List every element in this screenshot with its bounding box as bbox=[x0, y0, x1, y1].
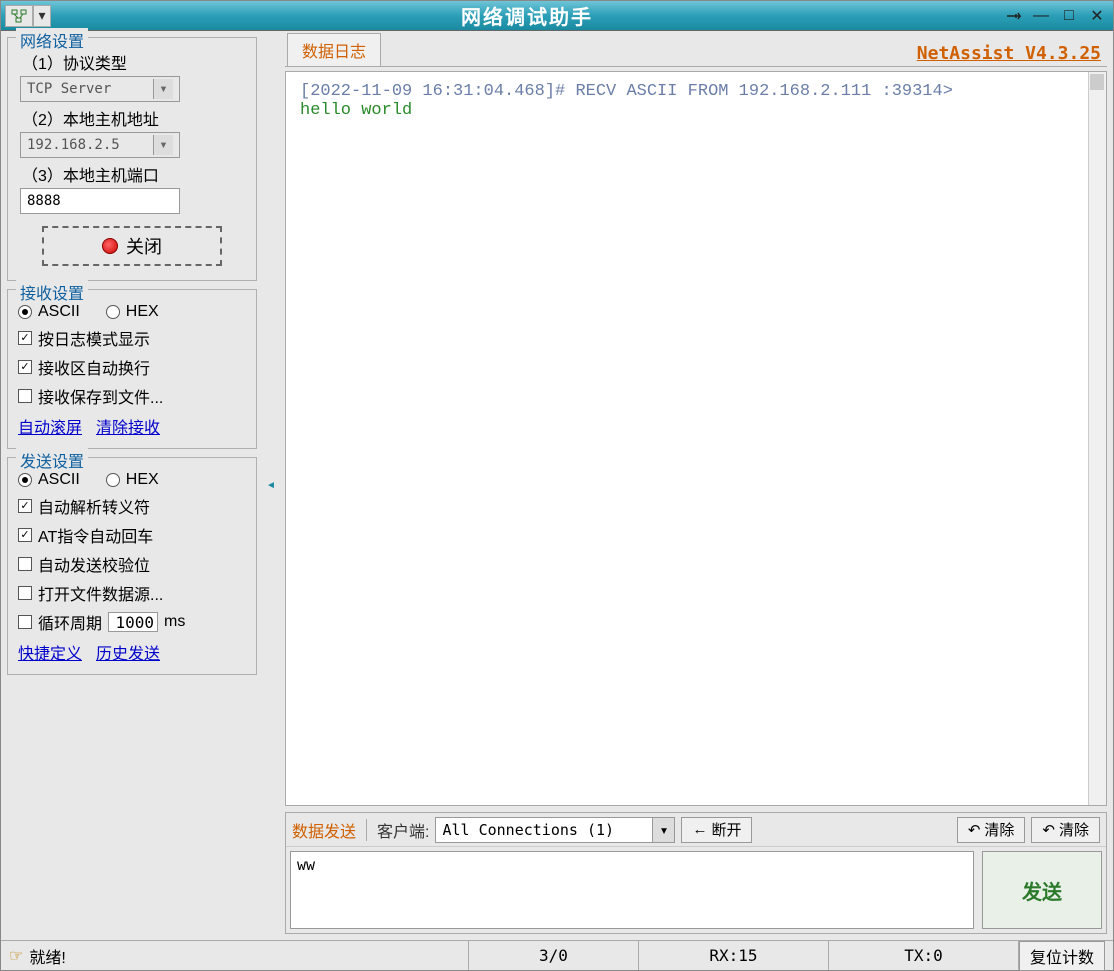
protocol-label: （1）协议类型 bbox=[22, 50, 246, 74]
log-line-header: [2022-11-09 16:31:04.468]# RECV ASCII FR… bbox=[300, 82, 1092, 101]
panel-collapse-handle[interactable] bbox=[265, 37, 277, 934]
clear-receive-link[interactable]: 清除接收 bbox=[96, 414, 160, 438]
undo-icon: ↶ bbox=[968, 821, 981, 839]
shortcut-define-link[interactable]: 快捷定义 bbox=[18, 640, 82, 664]
local-addr-select[interactable]: 192.168.2.5 ▾ bbox=[20, 132, 180, 158]
local-port-input[interactable] bbox=[20, 188, 180, 214]
clear-right-button[interactable]: ↶ 清除 bbox=[1031, 817, 1100, 843]
titlebar: ▾ 网络调试助手 — □ ✕ bbox=[1, 1, 1113, 31]
recv-ascii-radio[interactable] bbox=[18, 305, 32, 319]
send-ascii-radio[interactable] bbox=[18, 473, 32, 487]
disconnect-button[interactable]: ← 断开 bbox=[681, 817, 752, 843]
pin-icon[interactable] bbox=[1003, 6, 1023, 26]
clear-left-button[interactable]: ↶ 清除 bbox=[957, 817, 1026, 843]
status-tx: TX:0 bbox=[828, 941, 1018, 970]
status-ready: 就绪! bbox=[29, 944, 65, 968]
send-textarea[interactable]: ww bbox=[290, 851, 974, 929]
send-settings-group: 发送设置 ASCII HEX 自动解析转义符 AT指令自动回车 bbox=[7, 457, 257, 675]
window-title: 网络调试助手 bbox=[51, 1, 1003, 30]
network-settings-legend: 网络设置 bbox=[16, 28, 88, 52]
status-seg-count: 3/0 bbox=[468, 941, 638, 970]
log-textarea[interactable]: [2022-11-09 16:31:04.468]# RECV ASCII FR… bbox=[285, 71, 1107, 806]
recv-autowrap-checkbox[interactable] bbox=[18, 360, 32, 374]
recv-savefile-checkbox[interactable] bbox=[18, 389, 32, 403]
network-settings-group: 网络设置 （1）协议类型 TCP Server ▾ （2）本地主机地址 192.… bbox=[7, 37, 257, 281]
client-label: 客户端: bbox=[377, 818, 429, 842]
sysmenu-dropdown[interactable]: ▾ bbox=[33, 5, 51, 27]
send-cycle-checkbox[interactable] bbox=[18, 615, 32, 629]
recv-hex-radio[interactable] bbox=[106, 305, 120, 319]
local-addr-label: （2）本地主机地址 bbox=[22, 106, 246, 130]
minimize-button[interactable]: — bbox=[1031, 6, 1051, 26]
close-window-button[interactable]: ✕ bbox=[1087, 6, 1107, 26]
receive-settings-group: 接收设置 ASCII HEX 按日志模式显示 接收区自动换行 bbox=[7, 289, 257, 449]
right-panel: 数据日志 NetAssist V4.3.25 [2022-11-09 16:31… bbox=[285, 37, 1107, 934]
sysmenu-icon[interactable] bbox=[5, 5, 33, 27]
statusbar: ☞ 就绪! 3/0 RX:15 TX:0 复位计数 bbox=[1, 940, 1113, 970]
close-connection-button[interactable]: 关闭 bbox=[42, 226, 222, 266]
connection-select[interactable]: All Connections (1) ▾ bbox=[435, 817, 675, 843]
send-button[interactable]: 发送 bbox=[982, 851, 1102, 929]
log-scrollbar[interactable] bbox=[1088, 72, 1106, 805]
chevron-down-icon: ▾ bbox=[153, 135, 173, 155]
hand-icon: ☞ bbox=[9, 946, 23, 966]
chevron-down-icon: ▾ bbox=[652, 818, 674, 842]
record-icon bbox=[102, 238, 118, 254]
undo-icon: ↶ bbox=[1042, 821, 1055, 839]
maximize-button[interactable]: □ bbox=[1059, 6, 1079, 26]
send-hex-radio[interactable] bbox=[106, 473, 120, 487]
send-panel: 数据发送 客户端: All Connections (1) ▾ ← 断开 ↶ 清… bbox=[285, 812, 1107, 934]
send-openfile-checkbox[interactable] bbox=[18, 586, 32, 600]
send-checksum-checkbox[interactable] bbox=[18, 557, 32, 571]
history-send-link[interactable]: 历史发送 bbox=[96, 640, 160, 664]
app-window: ▾ 网络调试助手 — □ ✕ 网络设置 （1）协议类型 TCP Server ▾… bbox=[0, 0, 1114, 971]
send-settings-legend: 发送设置 bbox=[16, 448, 88, 472]
reset-count-button[interactable]: 复位计数 bbox=[1019, 941, 1105, 971]
receive-settings-legend: 接收设置 bbox=[16, 280, 88, 304]
data-send-label: 数据发送 bbox=[292, 818, 356, 842]
cycle-input[interactable]: 1000 bbox=[108, 612, 158, 632]
version-link[interactable]: NetAssist V4.3.25 bbox=[917, 43, 1101, 64]
local-port-label: （3）本地主机端口 bbox=[22, 162, 246, 186]
left-sidebar: 网络设置 （1）协议类型 TCP Server ▾ （2）本地主机地址 192.… bbox=[7, 37, 257, 934]
send-atcr-checkbox[interactable] bbox=[18, 528, 32, 542]
tab-data-log[interactable]: 数据日志 bbox=[287, 33, 381, 66]
tab-header: 数据日志 NetAssist V4.3.25 bbox=[285, 37, 1107, 67]
autoscroll-link[interactable]: 自动滚屏 bbox=[18, 414, 82, 438]
send-toolbar: 数据发送 客户端: All Connections (1) ▾ ← 断开 ↶ 清… bbox=[286, 813, 1106, 847]
status-rx: RX:15 bbox=[638, 941, 828, 970]
recv-logmode-checkbox[interactable] bbox=[18, 331, 32, 345]
arrow-left-icon: ← bbox=[692, 821, 707, 838]
log-line-message: hello world bbox=[300, 101, 1092, 120]
chevron-down-icon: ▾ bbox=[153, 79, 173, 99]
protocol-select[interactable]: TCP Server ▾ bbox=[20, 76, 180, 102]
send-escape-checkbox[interactable] bbox=[18, 499, 32, 513]
